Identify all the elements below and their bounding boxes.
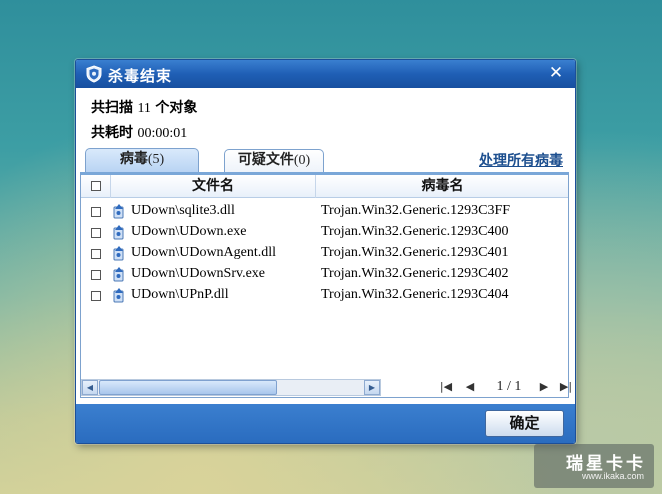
table-row[interactable]: UDown\UDown.exe Trojan.Win32.Generic.129… <box>81 223 568 244</box>
virus-name: Trojan.Win32.Generic.1293C3FF <box>321 203 511 218</box>
ok-button[interactable]: 确定 <box>485 410 564 437</box>
virus-table: 文件名 病毒名 UDown\sqlite3.dll Trojan.Win32.G… <box>80 172 572 398</box>
virus-name: Trojan.Win32.Generic.1293C402 <box>321 266 509 281</box>
infected-file-icon <box>113 204 124 219</box>
virus-name: Trojan.Win32.Generic.1293C404 <box>321 287 509 302</box>
shield-icon <box>86 65 102 83</box>
page-indicator: 1 / 1 <box>496 379 522 394</box>
virus-name: Trojan.Win32.Generic.1293C400 <box>321 224 509 239</box>
title-bar[interactable]: 杀毒结束 ✕ <box>76 60 575 88</box>
watermark-url: www.ikaka.com <box>581 471 644 481</box>
watermark: 瑞星卡卡 www.ikaka.com <box>534 444 654 488</box>
tab-suspicious-count: (0) <box>293 153 311 168</box>
scanned-unit: 个对象 <box>155 100 198 116</box>
time-value: 00:00:01 <box>137 126 188 141</box>
scan-time-summary: 共耗时 00:00:01 <box>91 122 187 142</box>
row-checkbox[interactable] <box>91 270 101 280</box>
scroll-thumb[interactable] <box>99 380 277 395</box>
row-checkbox[interactable] <box>91 228 101 238</box>
row-checkbox[interactable] <box>91 207 101 217</box>
scanned-count: 11 <box>137 101 151 116</box>
next-page-icon[interactable]: ▶ <box>536 379 552 395</box>
infected-file-icon <box>113 225 124 240</box>
file-name: UDown\sqlite3.dll <box>131 203 235 218</box>
table-row[interactable]: UDown\UDownSrv.exe Trojan.Win32.Generic.… <box>81 265 568 286</box>
tab-suspicious[interactable]: 可疑文件(0) <box>224 149 324 172</box>
triangle-right-icon: ▶ <box>368 383 376 392</box>
infected-file-icon <box>113 246 124 261</box>
close-button[interactable]: ✕ <box>547 64 565 82</box>
scroll-right-button[interactable]: ▶ <box>364 380 380 395</box>
scan-complete-dialog: 杀毒结束 ✕ 共扫描 11 个对象 共耗时 00:00:01 病毒(5) 可疑文… <box>75 59 576 444</box>
table-row[interactable]: UDown\UDownAgent.dll Trojan.Win32.Generi… <box>81 244 568 265</box>
scan-count-summary: 共扫描 11 个对象 <box>91 97 197 117</box>
table-header: 文件名 病毒名 <box>81 175 568 198</box>
last-page-icon[interactable]: ▶| <box>558 379 574 395</box>
table-row[interactable]: UDown\UPnP.dll Trojan.Win32.Generic.1293… <box>81 286 568 307</box>
header-check-cell <box>81 175 111 198</box>
tab-virus[interactable]: 病毒(5) <box>85 148 199 172</box>
virus-name: Trojan.Win32.Generic.1293C401 <box>321 245 509 260</box>
row-checkbox[interactable] <box>91 249 101 259</box>
file-name: UDown\UPnP.dll <box>131 287 229 302</box>
column-header-virus[interactable]: 病毒名 <box>316 175 569 198</box>
file-name: UDown\UDownAgent.dll <box>131 245 277 260</box>
close-icon: ✕ <box>548 63 564 83</box>
tab-suspicious-label: 可疑文件 <box>237 152 294 168</box>
file-name: UDown\UDown.exe <box>131 224 247 239</box>
row-checkbox[interactable] <box>91 291 101 301</box>
scroll-left-button[interactable]: ◀ <box>82 380 98 395</box>
file-name: UDown\UDownSrv.exe <box>131 266 266 281</box>
table-body: UDown\sqlite3.dll Trojan.Win32.Generic.1… <box>81 202 568 307</box>
infected-file-icon <box>113 288 124 303</box>
column-header-file[interactable]: 文件名 <box>111 175 316 198</box>
tab-virus-count: (5) <box>147 152 165 167</box>
dialog-title: 杀毒结束 <box>108 67 173 85</box>
select-all-checkbox[interactable] <box>91 181 101 191</box>
process-all-link[interactable]: 处理所有病毒 <box>479 150 563 170</box>
scanned-label: 共扫描 <box>91 100 133 116</box>
tab-virus-label: 病毒 <box>119 151 148 167</box>
infected-file-icon <box>113 267 124 282</box>
first-page-icon[interactable]: |◀ <box>438 379 454 395</box>
prev-page-icon[interactable]: ◀ <box>462 379 478 395</box>
triangle-left-icon: ◀ <box>86 383 94 392</box>
dialog-footer: 确定 <box>76 404 575 443</box>
table-row[interactable]: UDown\sqlite3.dll Trojan.Win32.Generic.1… <box>81 202 568 223</box>
time-label: 共耗时 <box>91 125 133 141</box>
horizontal-scrollbar[interactable]: ◀ ▶ <box>81 379 381 396</box>
